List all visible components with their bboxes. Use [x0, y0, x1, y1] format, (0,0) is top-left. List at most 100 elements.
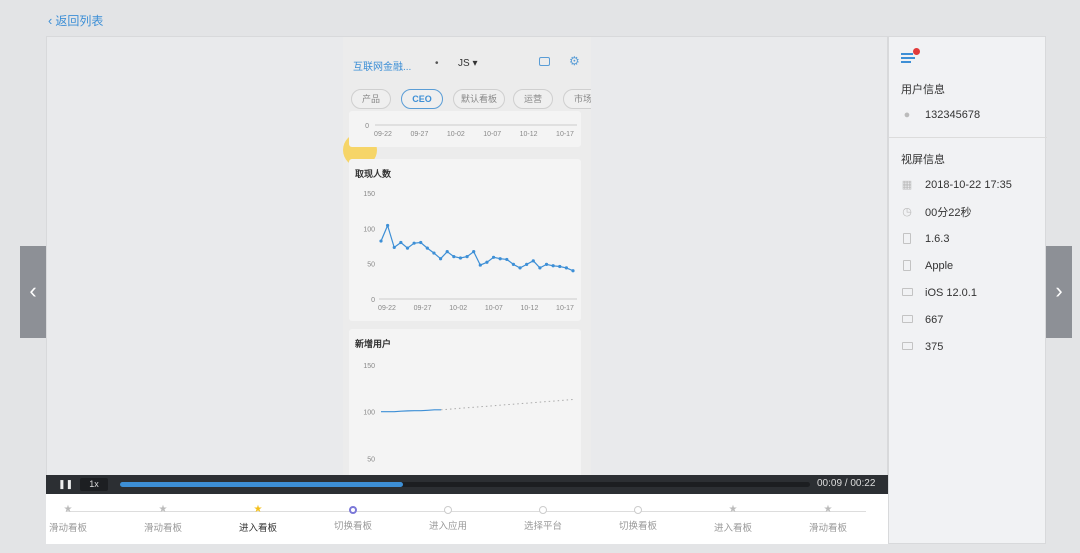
x-tick-label: 09-27 [410, 131, 428, 138]
timeline-event-label: 滑动看板 [48, 523, 87, 534]
user-id-row: ● 132345678 [901, 107, 1041, 123]
timeline-event-label: 选择平台 [523, 521, 562, 532]
speed-button[interactable]: 1x [80, 478, 108, 491]
data-point [558, 264, 562, 269]
star-icon: ★ [63, 504, 73, 515]
tab-default-board: 默认看板 [453, 89, 505, 109]
chart-card-new-users: 新增用户 05010015009-2209-2710-0210-0710-121… [349, 329, 581, 477]
y-tick-label: 50 [367, 456, 375, 463]
star-icon: ★ [728, 504, 738, 515]
y-tick-label: 150 [363, 363, 375, 370]
pause-icon[interactable]: ❚❚ [58, 479, 73, 489]
tab-operations: 运营 [513, 89, 553, 109]
x-tick-label: 10-07 [485, 305, 503, 312]
data-point [571, 269, 575, 273]
chart-new-users-svg: 05010015009-2209-2710-0210-0710-1210-17 [363, 363, 574, 463]
previous-session-button[interactable]: ‹ [20, 246, 46, 338]
y-tick-label: 50 [367, 262, 375, 269]
data-point [525, 262, 529, 266]
x-tick-label: 10-12 [520, 305, 538, 312]
device-brand: Apple [925, 260, 954, 272]
x-tick-label: 10-17 [556, 131, 574, 138]
playback-time: 00:09 / 00:22 [817, 478, 876, 489]
x-tick-label: 10-07 [483, 131, 501, 138]
data-point [425, 246, 429, 250]
timeline-event[interactable]: ★ 滑动看板 [123, 504, 203, 534]
x-tick-label: 10-12 [520, 131, 538, 138]
tab-product: 产品 [351, 89, 391, 109]
gear-icon: ⚙ [569, 54, 580, 68]
data-point [531, 259, 535, 263]
recording-date: 2018-10-22 17:35 [925, 179, 1012, 191]
os-version: iOS 12.0.1 [925, 287, 977, 299]
x-tick-label: 09-22 [378, 305, 396, 312]
timeline-event[interactable]: 选择平台 [503, 504, 583, 532]
x-tick-label: 09-22 [374, 131, 392, 138]
series-line [380, 223, 574, 272]
screen-icon [901, 314, 913, 326]
list-menu-icon[interactable] [901, 48, 920, 65]
data-point [518, 266, 522, 270]
info-panel: 用户信息 ● 132345678 视屏信息 ▦ 2018-10-22 17:35… [888, 36, 1047, 544]
phone-screen: 互联网金融... • JS ▾ ⚙ 产品 CEO 默认看板 运营 市场 0 09-… [343, 37, 591, 477]
calendar-icon: ▦ [901, 179, 913, 191]
back-link-label: 返回列表 [55, 14, 104, 28]
user-info-title: 用户信息 [901, 84, 945, 96]
screen-info-title: 视屏信息 [901, 154, 945, 166]
circle-icon [634, 506, 642, 514]
timeline-event-label: 切换看板 [333, 521, 372, 532]
event-timeline: ★ 滑动看板 ★ 滑动看板 ★ 进入看板 切换看板 进入应用 选择平台 切换看板 ★ 进入看板 ★ 滑动看… [46, 494, 888, 544]
recording-duration: 00分22秒 [925, 207, 972, 219]
back-to-list-link[interactable]: ‹ 返回列表 [48, 12, 103, 29]
timeline-event-label: 切换看板 [618, 521, 657, 532]
notification-badge [913, 48, 920, 55]
x-tick-label: 10-17 [556, 305, 574, 312]
data-point [498, 257, 502, 261]
data-point [538, 266, 542, 270]
user-switcher: JS ▾ [458, 58, 478, 69]
timeline-event[interactable]: ★ 进入看板 [218, 504, 298, 534]
chevron-left-icon: ‹ [48, 13, 53, 28]
data-point [419, 240, 423, 245]
timeline-event-label: 滑动看板 [808, 523, 847, 534]
timeline-event[interactable]: 切换看板 [313, 504, 393, 532]
menu-bar [901, 53, 913, 55]
chart-card-withdrawals: 取现人数 0 50 100 150 09-22 09-27 10-02 10-07 10-12 1… [349, 159, 581, 321]
data-point [551, 264, 555, 268]
app-version: 1.6.3 [925, 233, 950, 245]
timeline-event[interactable]: 进入应用 [408, 504, 488, 532]
dropdown-dot: • [435, 58, 439, 69]
data-point [485, 260, 489, 264]
divider [889, 137, 1047, 138]
timeline-event-label: 滑动看板 [143, 523, 182, 534]
data-point [505, 257, 509, 262]
timeline-event[interactable]: ★ 滑动看板 [788, 504, 868, 534]
phone-icon [901, 233, 913, 245]
y-tick-label: 0 [365, 123, 369, 130]
data-point [465, 255, 469, 259]
session-replay-player: 互联网金融... • JS ▾ ⚙ 产品 CEO 默认看板 运营 市场 0 09-… [46, 36, 888, 494]
screen-height-row: 667 [901, 312, 1041, 328]
user-id: 132345678 [925, 109, 981, 121]
progress-bar[interactable] [120, 482, 810, 487]
chart-withdrawals-svg: 0 50 100 150 09-22 09-27 10-02 10-07 10-12 10-17 [363, 191, 577, 312]
data-point [379, 239, 383, 243]
timeline-event[interactable]: ★ 滑动看板 [28, 504, 108, 534]
x-tick-label: 09-27 [414, 305, 432, 312]
data-point [472, 250, 476, 254]
screen-height: 667 [925, 314, 944, 326]
dashboard-tabs: 产品 CEO 默认看板 运营 市场 [343, 87, 591, 167]
data-point [478, 263, 482, 267]
chart-card-1: 0 09-22 09-27 10-02 10-07 10-12 10-17 [349, 111, 581, 147]
timeline-event[interactable]: 切换看板 [598, 504, 678, 532]
tab-ceo: CEO [401, 89, 443, 109]
y-tick-label: 0 [371, 297, 375, 304]
series-line [381, 409, 441, 413]
timeline-event[interactable]: ★ 进入看板 [693, 504, 773, 534]
next-session-button[interactable]: › [1046, 246, 1072, 338]
data-point [392, 245, 396, 250]
version-row: 1.6.3 [901, 231, 1041, 247]
brand-row: Apple [901, 258, 1041, 274]
data-point [432, 251, 436, 255]
circle-icon [349, 506, 357, 514]
